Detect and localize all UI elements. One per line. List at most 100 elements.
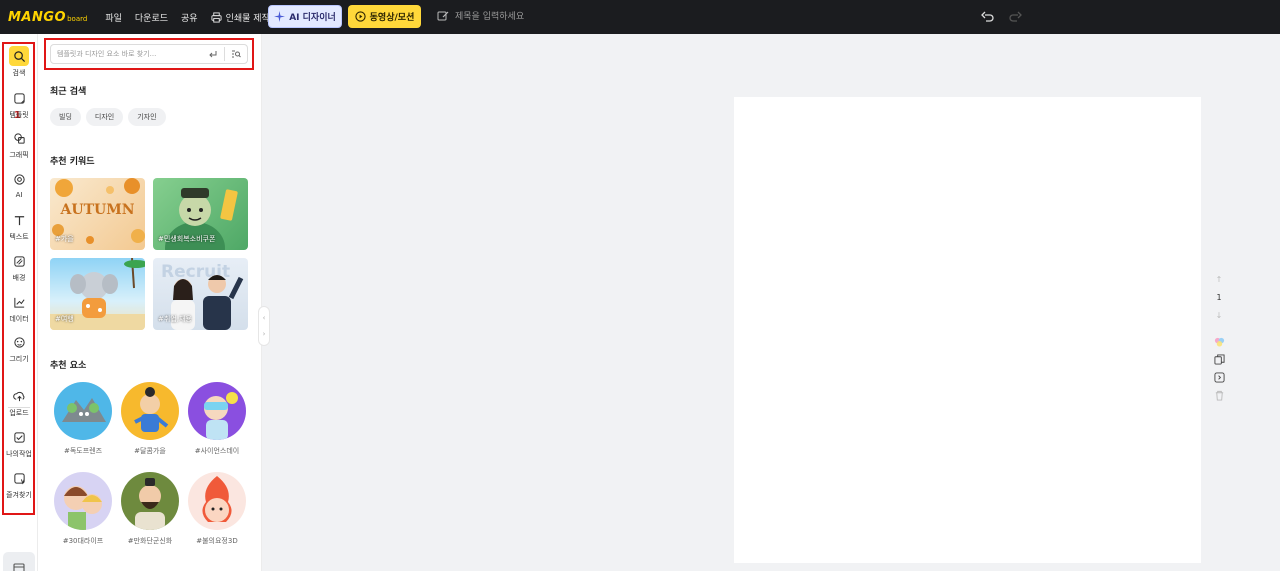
element-item[interactable]: #독도프렌즈	[54, 382, 112, 456]
rail-label-ai: AI	[15, 191, 23, 199]
logo-main: MANGO	[8, 9, 67, 25]
element-label: #독도프렌즈	[63, 447, 103, 455]
card-icon	[13, 563, 25, 571]
mango-logo[interactable]: MANGO board	[8, 10, 87, 25]
title-placeholder: 제목을 입력하세요	[455, 12, 525, 22]
keyword-card-travel[interactable]: #여행	[50, 258, 145, 330]
element-label: #달콤가을	[134, 447, 166, 455]
page-up-icon[interactable]: ↑	[1216, 270, 1223, 288]
video-icon	[355, 11, 366, 22]
element-thumb	[188, 382, 246, 440]
element-thumb	[121, 382, 179, 440]
rail-label-graphic: 그래픽	[9, 151, 29, 159]
rail-label-data: 데이터	[9, 315, 29, 323]
recent-chip[interactable]: 기자인	[128, 108, 166, 126]
search-separator	[224, 47, 225, 61]
rail-item-upload[interactable]: 업로드	[0, 386, 38, 418]
chevron-left-icon: ‹	[262, 314, 266, 322]
search-input[interactable]: 템플릿과 디자인 요소 바로 찾기...	[50, 44, 248, 64]
search-placeholder: 템플릿과 디자인 요소 바로 찾기...	[57, 50, 157, 58]
menu-download-label: 다운로드	[134, 13, 169, 24]
graphic-icon	[13, 132, 25, 144]
element-thumb	[54, 472, 112, 530]
title-input[interactable]: 제목을 입력하세요	[437, 9, 524, 22]
panel-collapse-handle[interactable]: ‹ ›	[258, 306, 270, 346]
menu-file-label: 파일	[105, 13, 122, 24]
rail-item-graphic[interactable]: 그래픽	[0, 128, 38, 160]
keyword-label: #가을	[55, 235, 74, 243]
rail-label-my-work: 나의작업	[6, 450, 32, 458]
menu-print[interactable]: 인쇄물 제작	[211, 11, 270, 24]
background-icon	[13, 255, 25, 267]
trash-icon[interactable]	[1214, 386, 1225, 404]
chevron-right-icon: ›	[262, 330, 266, 338]
element-item[interactable]: #사이언스데이	[188, 382, 246, 456]
recommended-keywords-title: 추천 키워드	[50, 157, 95, 167]
element-thumb	[188, 472, 246, 530]
rail-bottom-button[interactable]	[3, 552, 35, 571]
keyword-card-autumn[interactable]: AUTUMN #가을	[50, 178, 145, 250]
rail-label-search: 검색	[12, 69, 26, 77]
ai-designer-label: AI 디자이너	[289, 13, 336, 23]
ai-designer-button[interactable]: AI 디자이너	[268, 5, 342, 28]
keyword-label: #취업,채용	[158, 315, 192, 323]
duplicate-page-icon[interactable]	[1213, 350, 1225, 368]
rail-label-template: 템플릿	[9, 111, 29, 119]
element-label: #30대라이프	[62, 537, 104, 545]
upload-icon	[12, 391, 24, 401]
dangun-myth-image	[135, 478, 165, 530]
rail-label-upload: 업로드	[9, 409, 29, 417]
element-item[interactable]: #만화단군신화	[121, 472, 179, 546]
video-motion-button[interactable]: 동영상/모션	[348, 5, 421, 28]
search-icon	[13, 50, 25, 62]
redo-icon[interactable]	[1008, 10, 1022, 24]
text-icon	[14, 215, 24, 225]
enter-icon[interactable]	[208, 49, 218, 59]
left-icon-rail: 1 검색 템플릿 그래픽 AI 텍스트 배경 데이터 그리기 업로드 나의작업	[0, 34, 38, 571]
recent-search-chips: 빌딩 디자인 기자인	[50, 108, 166, 126]
keyword-card-coupon[interactable]: #민생회복소비쿠폰	[153, 178, 248, 250]
search-panel: 템플릿과 디자인 요소 바로 찾기... 최근 검색 빌딩 디자인 기자인 추천…	[38, 34, 262, 571]
rail-item-my-work[interactable]: 나의작업	[0, 427, 38, 459]
recent-search-title: 최근 검색	[50, 87, 87, 97]
fire-fairy-image	[202, 476, 232, 522]
rail-item-text[interactable]: 텍스트	[0, 210, 38, 242]
color-palette-icon[interactable]	[1214, 332, 1225, 350]
recent-chip[interactable]: 빌딩	[50, 108, 81, 126]
design-canvas[interactable]	[734, 97, 1201, 563]
element-item[interactable]: #달콤가을	[121, 382, 179, 456]
my-work-icon	[13, 431, 25, 443]
autumn-text: AUTUMN	[60, 202, 135, 218]
rail-item-search[interactable]: 검색	[0, 46, 38, 78]
element-item[interactable]: #30대라이프	[54, 472, 112, 546]
rail-item-template[interactable]: 템플릿	[0, 88, 38, 120]
element-label: #사이언스데이	[194, 447, 240, 455]
keyword-card-recruit[interactable]: Recruit #취업,채용	[153, 258, 248, 330]
keyword-label: #민생회복소비쿠폰	[158, 235, 216, 243]
dokdo-friends-image	[62, 398, 106, 422]
logo-sub: board	[67, 14, 88, 23]
undo-icon[interactable]	[981, 10, 995, 24]
menu-share-label: 공유	[181, 13, 198, 24]
chart-icon	[13, 297, 25, 308]
printer-icon	[211, 11, 222, 23]
rail-item-ai[interactable]: AI	[0, 169, 38, 199]
rail-item-favorite[interactable]: 즐겨찾기	[0, 468, 38, 500]
page-down-icon[interactable]: ↓	[1216, 306, 1223, 324]
menu-share[interactable]: 공유	[181, 11, 198, 24]
science-day-image	[204, 392, 238, 440]
element-label: #만화단군신화	[127, 537, 173, 545]
draw-icon	[13, 336, 25, 348]
add-page-icon[interactable]	[1213, 368, 1225, 386]
menu-download[interactable]: 다운로드	[135, 11, 168, 24]
rail-item-data[interactable]: 데이터	[0, 292, 38, 324]
rail-item-background[interactable]: 배경	[0, 251, 38, 283]
recent-chip[interactable]: 디자인	[85, 108, 124, 126]
rail-item-draw[interactable]: 그리기	[0, 332, 38, 364]
image-search-icon[interactable]	[231, 49, 241, 59]
menu-file[interactable]: 파일	[105, 11, 122, 24]
element-item[interactable]: #불의요정3D	[188, 472, 246, 546]
menu-print-label: 인쇄물 제작	[225, 13, 270, 24]
rail-label-favorite: 즐겨찾기	[6, 491, 32, 499]
keyword-label: #여행	[55, 315, 74, 323]
